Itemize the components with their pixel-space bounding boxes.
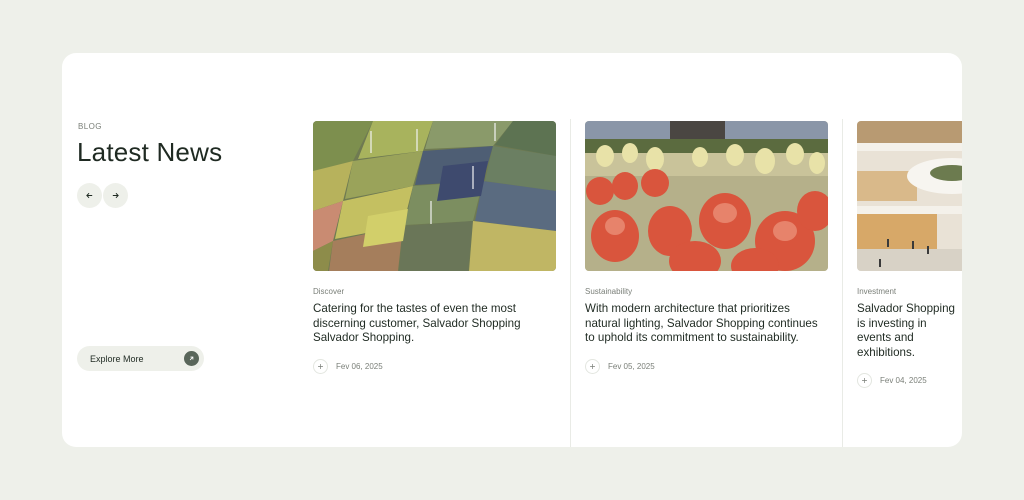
- section-title: Latest News: [77, 137, 223, 167]
- explore-arrow-badge: [184, 351, 199, 366]
- plus-icon: [590, 363, 595, 369]
- expand-button[interactable]: [313, 358, 328, 374]
- column-divider: [570, 119, 571, 447]
- arrow-right-icon: [112, 192, 119, 199]
- expand-button[interactable]: [857, 373, 872, 388]
- section-kicker: BLOG: [78, 122, 102, 131]
- blog-post[interactable]: Discover Catering for the tastes of even…: [313, 121, 556, 374]
- post-date: Fev 05, 2025: [608, 361, 655, 371]
- post-date: Fev 06, 2025: [336, 361, 383, 371]
- post-headline[interactable]: With modern architecture that prioritize…: [585, 302, 825, 346]
- arrow-left-icon: [86, 192, 93, 199]
- post-headline[interactable]: Salvador Shopping is investing in events…: [857, 302, 962, 360]
- post-image[interactable]: [313, 121, 556, 271]
- blog-post[interactable]: Sustainability With modern architecture …: [585, 121, 828, 374]
- plus-icon: [318, 363, 323, 369]
- blog-post[interactable]: Investment Salvador Shopping is investin…: [857, 121, 962, 388]
- blog-card: BLOG Latest News Explore More Discover C…: [62, 53, 962, 447]
- post-category: Discover: [313, 287, 345, 296]
- post-meta: Fev 06, 2025: [313, 358, 556, 374]
- post-headline[interactable]: Catering for the tastes of even the most…: [313, 302, 553, 346]
- column-divider: [842, 119, 843, 447]
- explore-more-label: Explore More: [90, 353, 144, 364]
- prev-button[interactable]: [77, 183, 102, 208]
- post-meta: Fev 04, 2025: [857, 373, 962, 388]
- plus-icon: [862, 378, 867, 383]
- post-meta: Fev 05, 2025: [585, 358, 828, 374]
- explore-more-button[interactable]: Explore More: [77, 346, 204, 371]
- post-image[interactable]: [585, 121, 828, 271]
- arrow-up-right-icon: [189, 356, 194, 361]
- post-date: Fev 04, 2025: [880, 376, 927, 385]
- next-button[interactable]: [103, 183, 128, 208]
- post-category: Sustainability: [585, 287, 633, 296]
- expand-button[interactable]: [585, 358, 600, 374]
- post-image[interactable]: [857, 121, 962, 271]
- post-category: Investment: [857, 287, 897, 296]
- blog-intro: BLOG Latest News Explore More: [62, 53, 312, 447]
